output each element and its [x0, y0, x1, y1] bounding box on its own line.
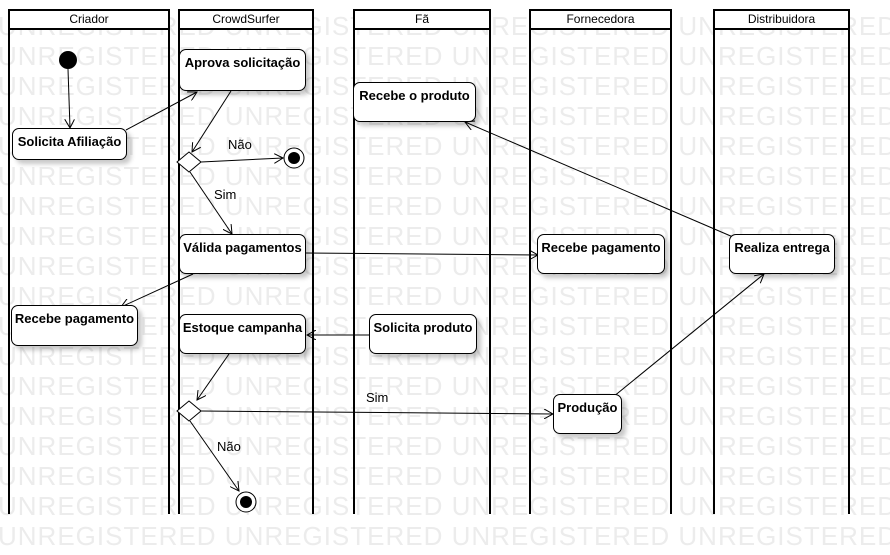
action-label: Recebe pagamento [541, 240, 661, 255]
edge-decision-2-sim [200, 411, 553, 414]
decision-node-1 [176, 151, 202, 173]
action-label: Realiza entrega [734, 240, 830, 255]
edge-aprova-to-decision-1 [192, 90, 232, 152]
action-solicita-afiliacao[interactable]: Solicita Afiliação [12, 128, 127, 160]
edge-valida-to-recebe-pagamento-fornecedora [305, 253, 538, 255]
action-label: Produção [557, 400, 618, 415]
action-valida-pagamentos[interactable]: Válida pagamentos [179, 234, 306, 274]
action-label: Estoque campanha [182, 320, 303, 335]
action-recebe-pagamento-fornecedora[interactable]: Recebe pagamento [537, 234, 665, 274]
guard-label-sim-2: Sim [366, 390, 389, 405]
edge-initial-to-solicita-afiliacao [68, 68, 70, 128]
edge-decision-2-nao [189, 420, 239, 491]
guard-label-nao-2: Não [217, 439, 241, 454]
action-producao[interactable]: Produção [553, 394, 622, 434]
edge-solicita-to-aprova [125, 92, 197, 131]
initial-node [59, 51, 77, 69]
action-label: Solicita Afiliação [17, 134, 122, 149]
decision-node-2 [176, 400, 202, 422]
action-label: Solicita produto [373, 320, 473, 335]
action-realiza-entrega[interactable]: Realiza entrega [729, 234, 835, 274]
action-solicita-produto[interactable]: Solicita produto [369, 314, 477, 354]
action-recebe-pagamento-criador[interactable]: Recebe pagamento [11, 305, 138, 346]
edge-realiza-entrega-to-recebe-produto [465, 122, 734, 238]
action-label: Recebe o produto [359, 88, 470, 103]
edge-decision-1-nao [200, 158, 283, 162]
edge-valida-to-recebe-pagamento-criador [121, 273, 194, 307]
action-estoque-campanha[interactable]: Estoque campanha [179, 314, 306, 354]
activity-diagram: UNREGISTERED UNREGISTERED UNREGISTERED U… [0, 0, 890, 555]
action-recebe-o-produto[interactable]: Recebe o produto [353, 82, 476, 122]
edge-decision-1-sim [189, 171, 232, 234]
guard-label-sim-1: Sim [214, 187, 237, 202]
edge-producao-to-realiza-entrega [612, 274, 764, 398]
action-aprova-solicitacao[interactable]: Aprova solicitação [179, 49, 306, 91]
edge-estoque-to-decision-2 [197, 353, 230, 400]
guard-label-nao-1: Não [228, 137, 252, 152]
action-label: Válida pagamentos [183, 240, 302, 255]
action-label: Recebe pagamento [14, 311, 135, 326]
action-label: Aprova solicitação [184, 55, 301, 70]
